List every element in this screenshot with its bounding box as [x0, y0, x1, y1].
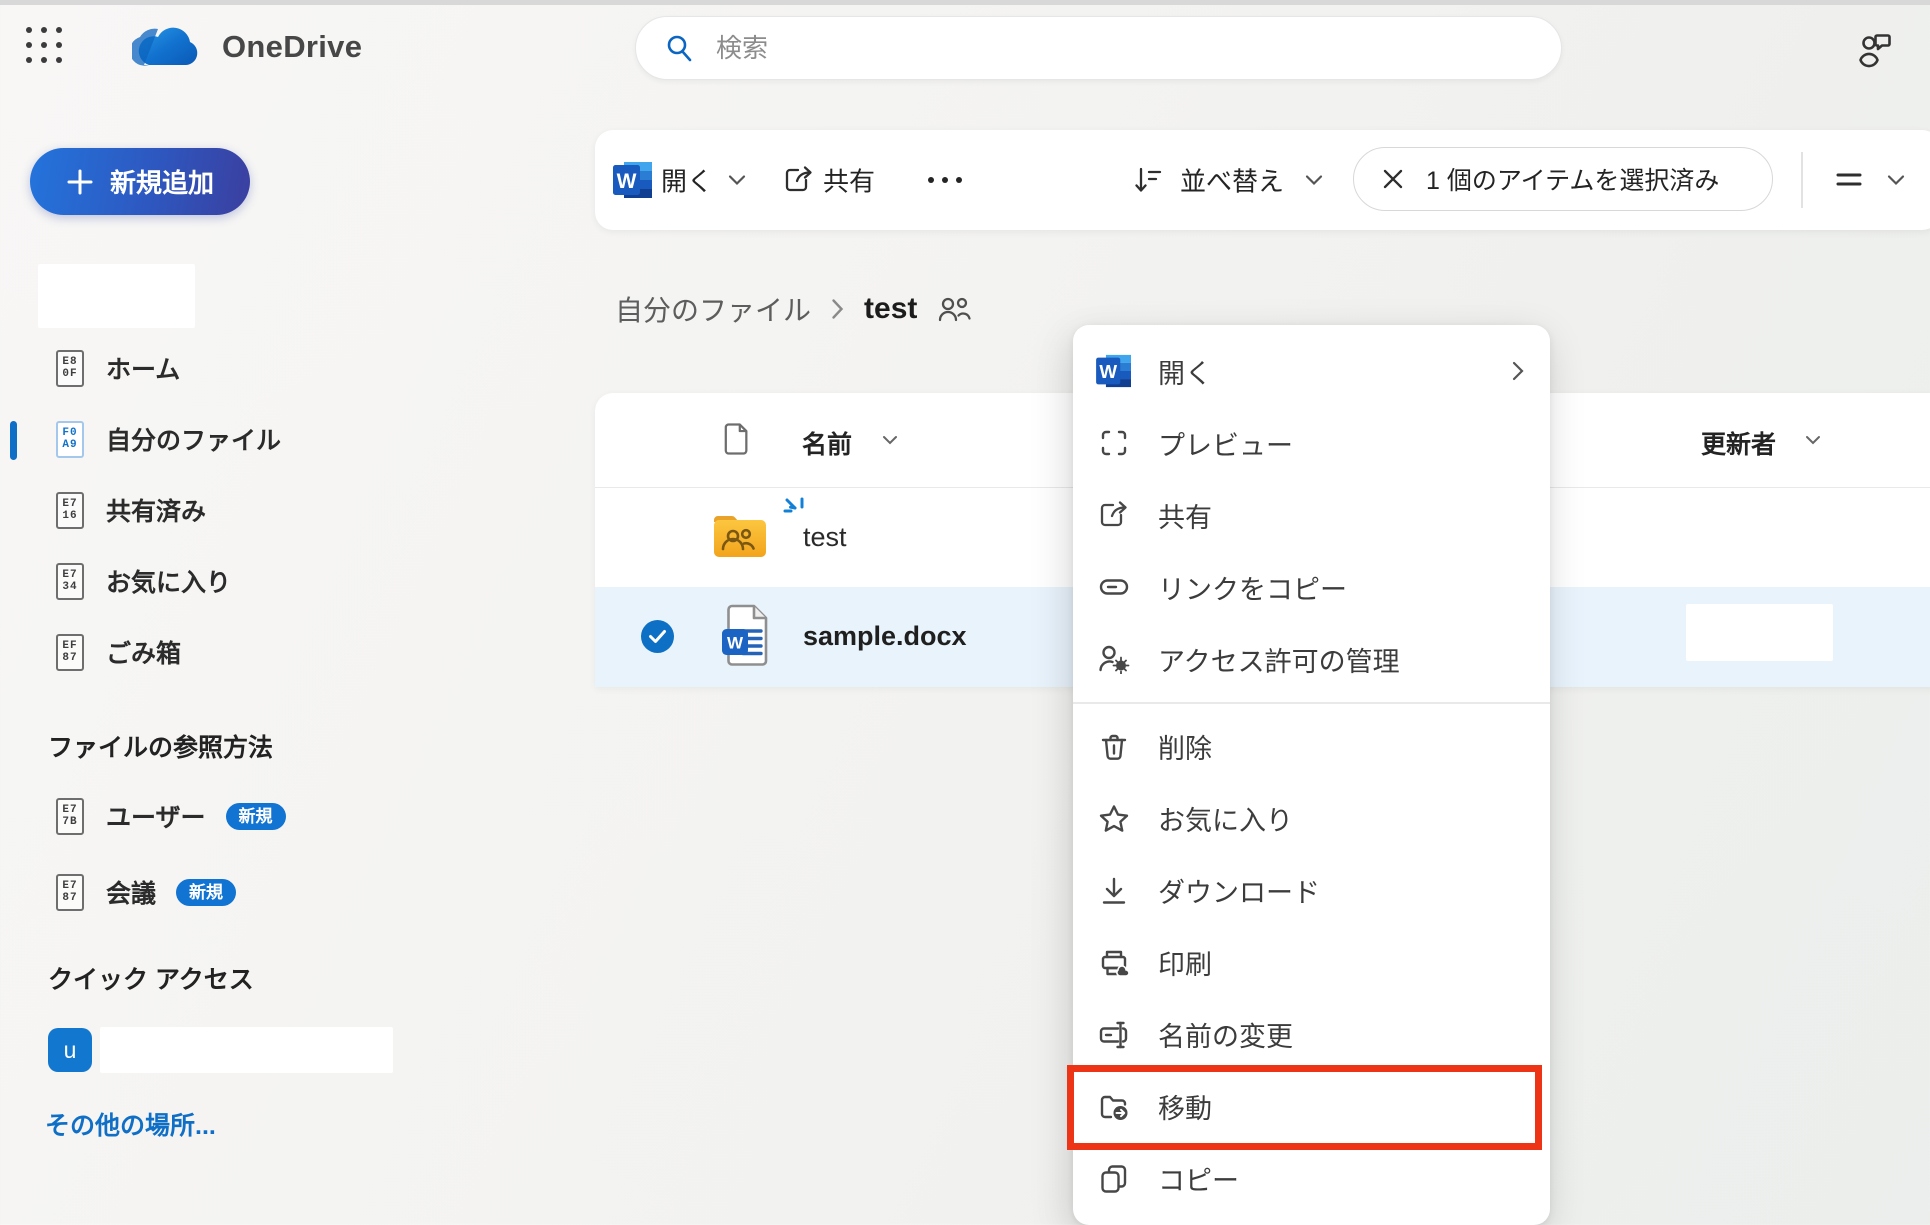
new-badge: 新規 — [226, 803, 286, 830]
browse-section-title: ファイルの参照方法 — [48, 728, 273, 764]
preview-icon — [1095, 428, 1133, 458]
svg-text:W: W — [1099, 361, 1117, 382]
file-name: sample.docx — [803, 621, 967, 652]
command-toolbar: W 開く 共有 並べ替え 1 個のアイテムを選択済み — [595, 130, 1930, 230]
menu-item-delete[interactable]: 削除 — [1073, 711, 1550, 783]
word-app-icon: W — [1095, 354, 1133, 388]
chevron-down-icon[interactable] — [1305, 175, 1323, 186]
toolbar-divider — [1801, 152, 1803, 208]
share-button[interactable]: 共有 — [823, 162, 875, 199]
highlight-annotation — [1067, 1065, 1542, 1150]
search-input[interactable] — [714, 32, 1561, 65]
plus-icon — [66, 168, 94, 196]
delete-icon — [1095, 732, 1133, 762]
submenu-arrow-icon — [1512, 361, 1524, 381]
move-icon — [1095, 1092, 1133, 1122]
breadcrumb-parent[interactable]: 自分のファイル — [615, 289, 811, 329]
shared-icon: E716 — [56, 492, 84, 529]
site-avatar[interactable]: u — [48, 1028, 92, 1072]
sidebar-item-favorites[interactable]: E734 お気に入り — [0, 559, 560, 603]
sidebar-item-meetings[interactable]: E787 会議 新規 — [0, 870, 560, 914]
recycle-bin-icon: EF87 — [56, 634, 84, 671]
app-title: OneDrive — [222, 29, 362, 65]
add-new-label: 新規追加 — [110, 163, 214, 200]
column-name[interactable]: 名前 — [802, 425, 852, 461]
home-icon: E80F — [56, 350, 84, 387]
redacted-site-name — [100, 1027, 393, 1073]
onedrive-brand[interactable]: OneDrive — [132, 24, 362, 70]
rename-icon — [1095, 1020, 1133, 1050]
sidebar-item-people[interactable]: E77B ユーザー 新規 — [0, 794, 560, 838]
sidebar-item-shared[interactable]: E716 共有済み — [0, 488, 560, 532]
onedrive-cloud-icon — [132, 24, 206, 70]
share-icon — [783, 165, 815, 195]
breadcrumb-current[interactable]: test — [864, 292, 917, 326]
menu-divider — [1073, 702, 1550, 704]
menu-item-favorite[interactable]: お気に入り — [1073, 783, 1550, 855]
copy-icon — [1095, 1164, 1133, 1194]
more-places-link[interactable]: その他の場所... — [45, 1106, 216, 1142]
sort-button[interactable]: 並べ替え — [1180, 162, 1284, 199]
context-menu: W 開く プレビュー 共有 リンクをコピー — [1073, 325, 1550, 1225]
svg-text:W: W — [727, 634, 744, 653]
breadcrumb: 自分のファイル test — [615, 286, 973, 332]
menu-item-download[interactable]: ダウンロード — [1073, 855, 1550, 927]
svg-text:W: W — [617, 170, 637, 193]
word-app-icon: W — [613, 161, 653, 199]
view-options-icon[interactable] — [1835, 169, 1863, 191]
shared-people-icon — [937, 295, 973, 323]
menu-item-manage-access[interactable]: アクセス許可の管理 — [1073, 623, 1550, 695]
app-launcher-icon[interactable] — [26, 27, 66, 65]
menu-item-move[interactable]: 移動 — [1073, 1071, 1550, 1143]
my-files-icon: F0A9 — [56, 421, 84, 458]
sidebar-item-my-files[interactable]: F0A9 自分のファイル — [0, 417, 560, 461]
redacted-block — [38, 264, 195, 328]
selection-count-pill[interactable]: 1 個のアイテムを選択済み — [1353, 147, 1773, 211]
add-new-button[interactable]: 新規追加 — [30, 148, 250, 215]
file-name: test — [803, 522, 847, 553]
favorite-icon — [1095, 804, 1133, 834]
menu-item-open[interactable]: W 開く — [1073, 335, 1550, 407]
shared-folder-icon — [711, 510, 769, 562]
more-icon[interactable] — [928, 177, 962, 183]
redacted-modified-by — [1686, 604, 1833, 661]
chevron-down-icon[interactable] — [1887, 175, 1905, 186]
chevron-down-icon[interactable] — [728, 175, 746, 186]
menu-item-print[interactable]: 印刷 — [1073, 927, 1550, 999]
word-file-icon: W — [721, 603, 771, 667]
quick-access-title: クイック アクセス — [48, 960, 254, 996]
menu-item-share[interactable]: 共有 — [1073, 479, 1550, 551]
search-icon — [664, 33, 694, 63]
new-badge: 新規 — [176, 879, 236, 906]
search-bar[interactable] — [635, 16, 1562, 80]
menu-item-rename[interactable]: 名前の変更 — [1073, 999, 1550, 1071]
print-icon — [1095, 948, 1133, 978]
window-top-border — [0, 0, 1930, 5]
meetings-icon: E787 — [56, 874, 84, 911]
permissions-icon — [1095, 644, 1133, 674]
document-icon — [723, 421, 751, 457]
sidebar-item-home[interactable]: E80F ホーム — [0, 346, 560, 390]
menu-item-copy-link[interactable]: リンクをコピー — [1073, 551, 1550, 623]
download-icon — [1095, 876, 1133, 906]
menu-item-copy[interactable]: コピー — [1073, 1143, 1550, 1215]
open-button[interactable]: 開く — [661, 162, 713, 199]
menu-item-preview[interactable]: プレビュー — [1073, 407, 1550, 479]
people-nav-icon: E77B — [56, 798, 84, 835]
chevron-down-icon[interactable] — [1805, 435, 1821, 445]
breadcrumb-separator-icon — [831, 298, 844, 320]
feedback-icon[interactable] — [1850, 26, 1896, 72]
share-icon — [1095, 500, 1133, 530]
clear-icon[interactable] — [1382, 168, 1404, 190]
chevron-down-icon[interactable] — [882, 435, 898, 445]
link-icon — [1095, 572, 1133, 602]
sort-icon — [1133, 166, 1163, 194]
favorites-icon: E734 — [56, 563, 84, 600]
column-modified-by[interactable]: 更新者 — [1701, 425, 1776, 461]
new-sparkle-icon — [783, 496, 807, 520]
sidebar-item-recycle-bin[interactable]: EF87 ごみ箱 — [0, 630, 560, 674]
selected-check-icon[interactable] — [641, 620, 674, 653]
